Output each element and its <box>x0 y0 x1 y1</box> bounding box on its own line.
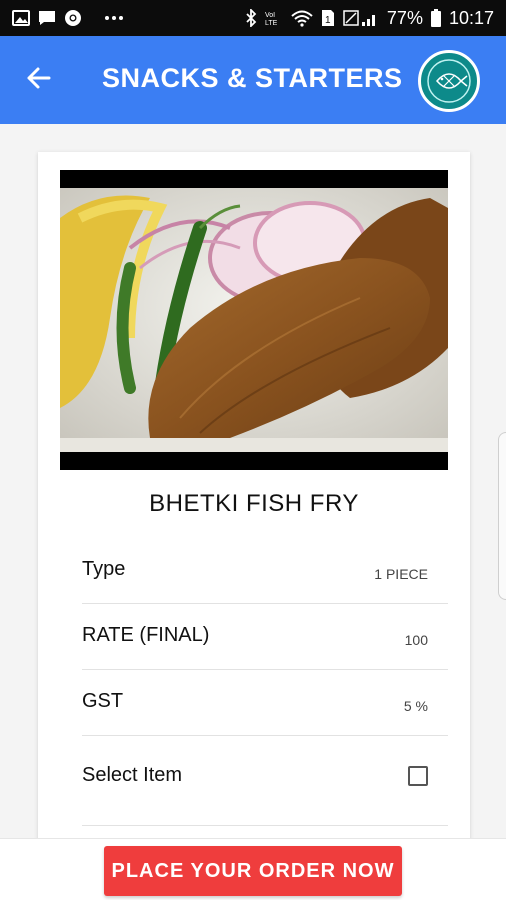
status-bar: VoI LTE 1 77% 10:17 <box>0 0 506 36</box>
volte-icon: VoI LTE <box>265 9 283 27</box>
rate-row: RATE (FINAL) 100 <box>82 604 448 670</box>
bottom-bar: PLACE YOUR ORDER NOW <box>0 838 506 900</box>
type-value: 1 PIECE <box>374 566 428 582</box>
message-icon <box>38 10 56 26</box>
fish-logo-icon <box>418 50 480 112</box>
fish-fry-photo <box>60 188 448 452</box>
battery-percent: 77% <box>386 7 423 28</box>
menu-item-card: BHETKI FISH FRY Type 1 PIECE RATE (FINAL… <box>38 152 470 852</box>
status-bar-right: VoI LTE 1 77% 10:17 <box>245 8 494 29</box>
more-dots-icon <box>104 15 124 21</box>
rate-value: 100 <box>404 632 428 648</box>
app-bar: SNACKS & STARTERS <box>0 36 506 124</box>
bluetooth-icon <box>245 9 257 27</box>
status-bar-left <box>12 9 124 27</box>
page-title: SNACKS & STARTERS <box>102 63 403 93</box>
gst-row: GST 5 % <box>82 670 448 736</box>
select-item-checkbox[interactable] <box>408 766 428 786</box>
svg-text:1: 1 <box>325 15 331 26</box>
wifi-icon <box>291 9 313 27</box>
chrome-icon <box>64 9 82 27</box>
signal-icon <box>343 9 379 27</box>
edge-panel-handle[interactable] <box>498 432 506 600</box>
battery-icon <box>430 9 441 27</box>
arrow-back-icon <box>25 66 51 95</box>
select-item-row[interactable]: Select Item <box>82 736 448 826</box>
item-photo-frame <box>60 170 448 470</box>
svg-text:VoI: VoI <box>265 12 275 19</box>
type-row: Type 1 PIECE <box>82 538 448 604</box>
place-order-button[interactable]: PLACE YOUR ORDER NOW <box>104 846 402 896</box>
gst-label: GST <box>82 690 124 712</box>
back-button[interactable] <box>18 60 58 100</box>
content-area: BHETKI FISH FRY Type 1 PIECE RATE (FINAL… <box>0 124 506 852</box>
gst-value: 5 % <box>403 698 428 714</box>
select-item-label: Select Item <box>82 764 183 786</box>
svg-text:LTE: LTE <box>265 20 278 27</box>
item-name: BHETKI FISH FRY <box>149 490 359 517</box>
clock-time: 10:17 <box>448 7 494 28</box>
sim-icon: 1 <box>321 9 335 27</box>
image-icon <box>12 10 30 26</box>
rate-label: RATE (FINAL) <box>82 624 210 646</box>
type-label: Type <box>82 558 126 580</box>
